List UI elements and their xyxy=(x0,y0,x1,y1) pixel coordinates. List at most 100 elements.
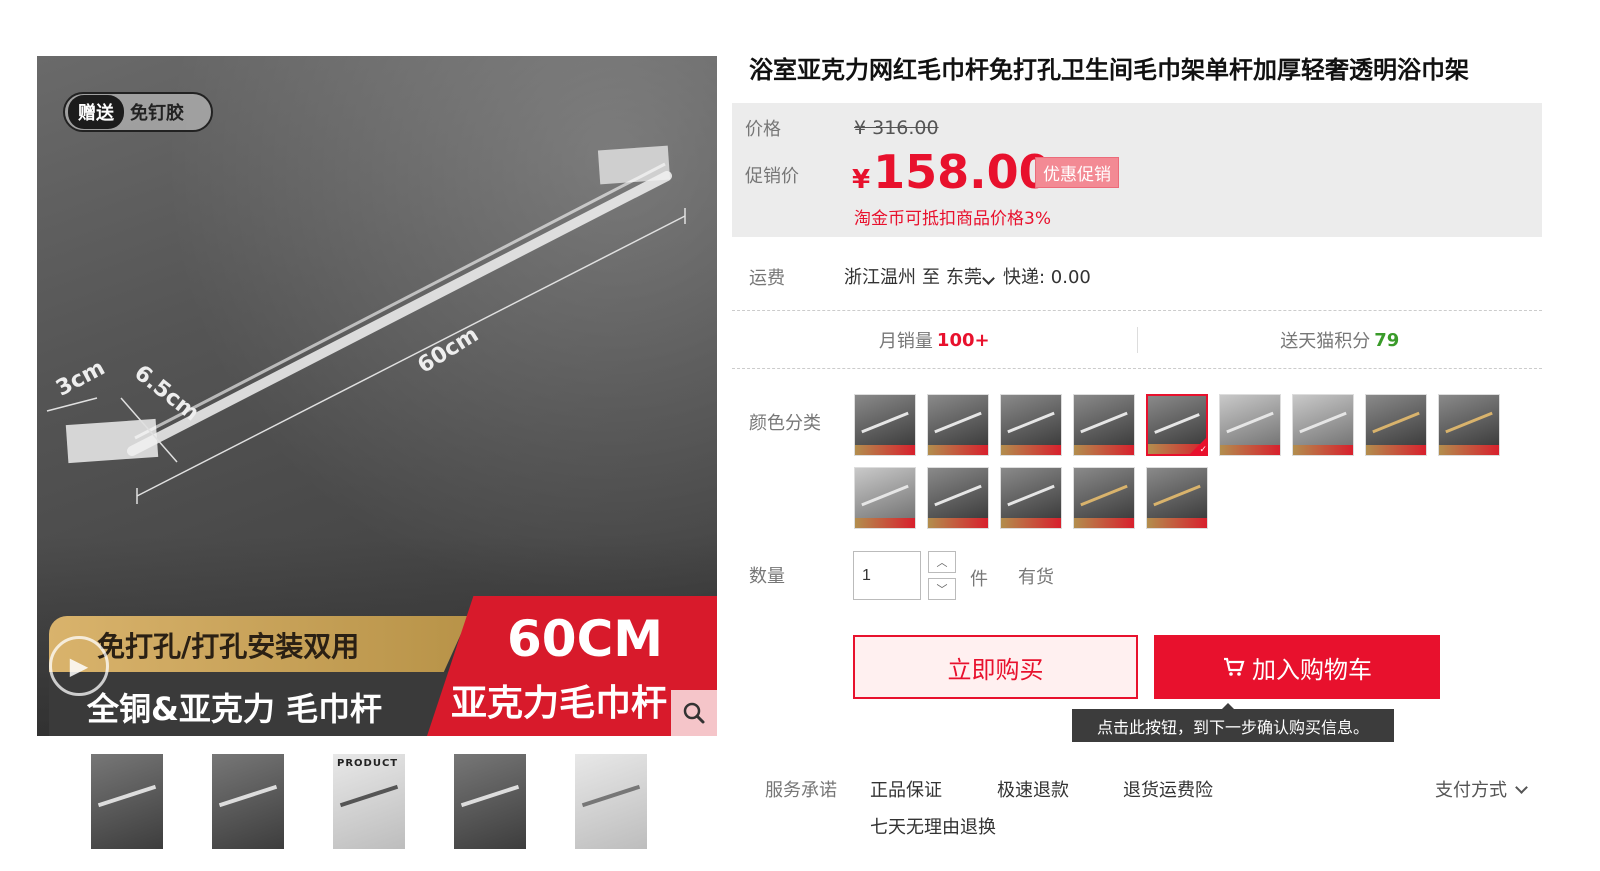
add-to-cart-label: 加入购物车 xyxy=(1252,655,1372,684)
reward-points-label: 送天猫积分 xyxy=(1280,331,1371,352)
service-label: 服务承诺 xyxy=(765,780,837,801)
play-video-icon[interactable]: ▶ xyxy=(49,636,109,696)
swatch-bar xyxy=(861,484,909,507)
main-product-image[interactable]: 赠送 免钉胶 3cm 6.5cm 60cm 免打孔/打孔安装双用 全铜&亚克力 … xyxy=(37,56,717,736)
thumbnail-rod xyxy=(218,784,278,808)
swatch-bar xyxy=(1080,411,1128,434)
quantity-label: 数量 xyxy=(749,566,785,587)
swatch-footer xyxy=(1001,445,1061,455)
price-panel: 价格 ¥ 316.00 促销价 ¥ 158.00 优惠促销 淘金币可抵扣商品价格… xyxy=(732,103,1542,237)
banner-gold-strip: 免打孔/打孔安装双用 xyxy=(49,616,469,672)
banner-size-text: 60CM xyxy=(507,610,664,668)
swatch-bar xyxy=(1007,484,1055,507)
banner-material-text: 全铜&亚克力 毛巾杆 xyxy=(87,690,383,728)
ship-destination-select[interactable]: 东莞 xyxy=(946,263,997,289)
thumbnail-rod xyxy=(581,784,641,808)
service-seven-day-return[interactable]: 七天无理由退换 xyxy=(870,813,996,839)
swatch-bar xyxy=(1153,484,1201,507)
color-swatch[interactable] xyxy=(1146,467,1208,529)
ship-to-word: 至 xyxy=(922,267,940,288)
color-swatch[interactable] xyxy=(1219,394,1281,456)
thumbnail[interactable] xyxy=(575,754,647,849)
thumbnail[interactable] xyxy=(454,754,526,849)
promo-price-value: 158.00 xyxy=(873,145,1051,199)
swatch-footer xyxy=(928,445,988,455)
gift-text: 免钉胶 xyxy=(130,103,184,124)
swatch-footer xyxy=(1074,445,1134,455)
thumbnail[interactable]: PRODUCT xyxy=(333,754,405,849)
swatch-footer xyxy=(928,518,988,528)
payment-method-dropdown[interactable]: 支付方式 xyxy=(1435,776,1530,802)
monthly-sales: 月销量 100+ xyxy=(732,315,1137,365)
swatch-footer xyxy=(1147,518,1207,528)
monthly-sales-label: 月销量 xyxy=(878,331,933,352)
swatch-bar xyxy=(861,411,909,434)
quantity-unit: 件 xyxy=(970,569,988,590)
gift-badge: 赠送 免钉胶 xyxy=(63,92,213,132)
thumbnail[interactable] xyxy=(212,754,284,849)
chevron-down-icon: ﹀ xyxy=(936,583,948,596)
gift-tag: 赠送 xyxy=(68,95,124,129)
swatch-bar xyxy=(934,484,982,507)
color-swatch[interactable] xyxy=(927,394,989,456)
quantity-input[interactable] xyxy=(853,551,921,600)
promo-price-label: 促销价 xyxy=(745,166,799,187)
thumbnail-strip: PRODUCT xyxy=(91,754,647,849)
service-genuine[interactable]: 正品保证 xyxy=(870,776,942,802)
swatch-footer xyxy=(1366,445,1426,455)
cart-icon xyxy=(1224,657,1245,676)
promo-tag: 优惠促销 xyxy=(1035,157,1119,188)
service-fast-refund[interactable]: 极速退款 xyxy=(997,776,1069,802)
swatch-bar xyxy=(1299,411,1347,434)
swatch-bar xyxy=(1080,484,1128,507)
swatch-bar xyxy=(934,411,982,434)
swatch-bar xyxy=(1007,411,1055,434)
shipping-info: 浙江温州 至 东莞 快递: 0.00 xyxy=(844,263,1091,289)
reward-points-value: 79 xyxy=(1374,329,1400,351)
swatch-bar xyxy=(1226,411,1274,434)
color-swatch[interactable] xyxy=(854,467,916,529)
swatch-bar xyxy=(1445,411,1493,434)
promo-price: ¥ 158.00 xyxy=(852,145,1051,199)
product-title: 浴室亚克力网红毛巾杆免打孔卫生间毛巾架单杆加厚轻奢透明浴巾架 xyxy=(749,56,1469,84)
color-swatch[interactable] xyxy=(1438,394,1500,456)
service-return-shipping-insurance[interactable]: 退货运费险 xyxy=(1123,776,1213,802)
coin-discount-note: 淘金币可抵扣商品价格3% xyxy=(854,209,1051,229)
feature-banner: 免打孔/打孔安装双用 全铜&亚克力 毛巾杆 xyxy=(49,616,489,736)
zoom-icon[interactable] xyxy=(671,690,717,736)
swatch-footer xyxy=(855,445,915,455)
banner-install-text: 免打孔/打孔安装双用 xyxy=(97,630,360,663)
color-swatch[interactable] xyxy=(1292,394,1354,456)
thumbnail-rod xyxy=(460,784,520,808)
shipping-label: 运费 xyxy=(749,268,785,289)
ship-destination: 东莞 xyxy=(946,267,982,288)
color-swatch[interactable] xyxy=(854,394,916,456)
color-swatch[interactable] xyxy=(1000,467,1062,529)
quantity-decrease-button[interactable]: ﹀ xyxy=(928,578,956,600)
ship-method: 快递: 0.00 xyxy=(1003,267,1091,288)
color-swatch[interactable] xyxy=(1000,394,1062,456)
color-swatch-grid xyxy=(854,394,1514,529)
color-swatch-selected[interactable] xyxy=(1146,394,1208,456)
color-swatch[interactable] xyxy=(1073,467,1135,529)
banner-dark-strip: 全铜&亚克力 毛巾杆 xyxy=(49,672,479,736)
currency-symbol: ¥ xyxy=(852,165,871,195)
payment-method-label: 支付方式 xyxy=(1435,780,1507,801)
thumbnail[interactable] xyxy=(91,754,163,849)
checkmark-icon xyxy=(1190,438,1206,454)
chevron-down-icon xyxy=(1515,780,1528,794)
thumbnail-label: PRODUCT xyxy=(337,758,399,769)
color-swatch[interactable] xyxy=(927,467,989,529)
original-price: ¥ 316.00 xyxy=(854,117,939,139)
quantity-increase-button[interactable]: ︿ xyxy=(928,551,956,573)
ship-from: 浙江温州 xyxy=(844,267,916,288)
divider xyxy=(732,310,1542,311)
reward-points: 送天猫积分 79 xyxy=(1136,327,1543,353)
buy-now-button[interactable]: 立即购买 xyxy=(853,635,1138,699)
color-swatch[interactable] xyxy=(1073,394,1135,456)
swatch-bar xyxy=(1372,411,1420,434)
divider xyxy=(732,368,1542,369)
color-option-label: 颜色分类 xyxy=(749,413,821,434)
color-swatch[interactable] xyxy=(1365,394,1427,456)
add-to-cart-button[interactable]: 加入购物车 xyxy=(1154,635,1440,699)
